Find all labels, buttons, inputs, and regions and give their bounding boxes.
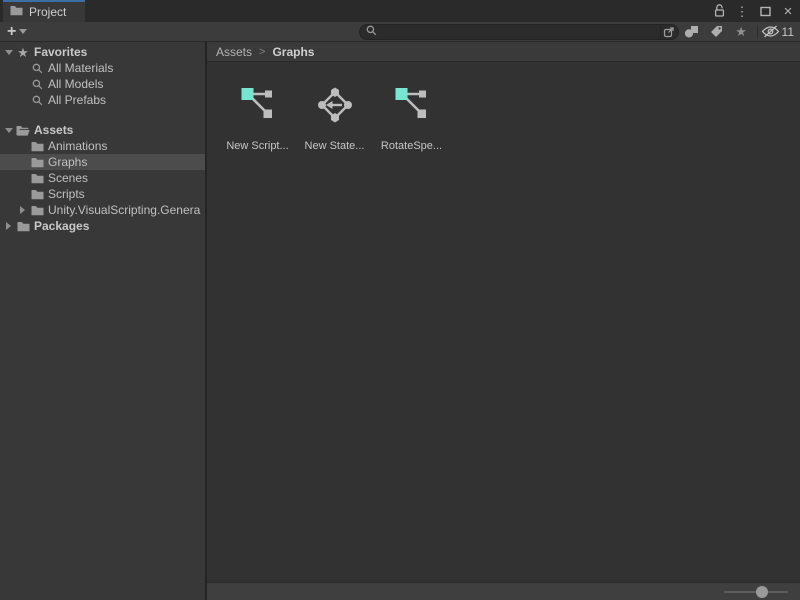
search-by-label-button[interactable] [704, 23, 729, 41]
project-tree-sidebar: ★ Favorites All Materials All Models All… [0, 42, 207, 600]
asset-new-script-graph[interactable]: New Script... [219, 85, 296, 152]
sidebar-item-assets[interactable]: Assets [0, 122, 205, 138]
search-icon [29, 79, 45, 90]
hidden-count: 11 [782, 25, 794, 39]
search-input[interactable] [377, 25, 660, 39]
folder-icon [29, 141, 45, 152]
sidebar-item-all-models[interactable]: All Models [0, 76, 205, 92]
window-controls: ⋮ × [712, 0, 795, 22]
kebab-menu-icon[interactable]: ⋮ [735, 3, 749, 19]
open-search-window-icon[interactable] [660, 24, 678, 40]
toolbar: + ★ 11 [0, 22, 800, 42]
sidebar-item-all-prefabs[interactable]: All Prefabs [0, 92, 205, 108]
folder-icon [29, 189, 45, 200]
asset-grid[interactable]: New Script... New [207, 62, 800, 582]
zoom-slider[interactable] [724, 591, 788, 593]
folder-icon [15, 221, 31, 232]
sidebar-item-all-materials[interactable]: All Materials [0, 60, 205, 76]
foldout-open-icon[interactable] [2, 128, 15, 133]
search-field[interactable] [359, 24, 679, 40]
toolbar-separator [757, 25, 758, 39]
zoom-slider-knob[interactable] [756, 586, 768, 598]
unlock-icon[interactable] [712, 3, 726, 19]
foldout-open-icon[interactable] [2, 50, 15, 55]
maximize-icon[interactable] [758, 3, 772, 19]
script-graph-icon [392, 85, 432, 125]
breadcrumb-separator-icon: > [259, 46, 265, 58]
folder-icon [10, 3, 23, 21]
chevron-down-icon [19, 29, 27, 34]
eye-slash-icon [761, 25, 780, 38]
search-icon [29, 63, 45, 74]
asset-label: New State... [305, 140, 365, 152]
folder-icon [29, 205, 45, 216]
project-window: Project ⋮ × + [0, 0, 800, 600]
hidden-packages-toggle[interactable]: 11 [761, 25, 794, 39]
search-icon [366, 23, 377, 41]
sidebar-item-animations[interactable]: Animations [0, 138, 205, 154]
favorites-search-button[interactable]: ★ [729, 23, 754, 41]
tag-icon [710, 25, 723, 38]
sidebar-item-graphs[interactable]: Graphs [0, 154, 205, 170]
tab-project[interactable]: Project [3, 0, 85, 22]
sidebar-item-unity-visualscripting[interactable]: Unity.VisualScripting.Genera [0, 202, 205, 218]
foldout-closed-icon[interactable] [16, 206, 29, 214]
asset-label: New Script... [226, 140, 288, 152]
type-filter-icon [684, 25, 699, 38]
asset-new-state-graph[interactable]: New State... [296, 85, 373, 152]
close-icon[interactable]: × [781, 3, 795, 19]
breadcrumb-graphs[interactable]: Graphs [272, 45, 314, 59]
create-asset-button[interactable]: + [7, 24, 27, 40]
tab-label: Project [29, 5, 66, 19]
folder-open-icon [15, 125, 31, 136]
breadcrumb: Assets > Graphs [207, 42, 800, 62]
plus-icon: + [7, 24, 16, 40]
star-icon: ★ [15, 46, 31, 59]
asset-rotatespeed-graph[interactable]: RotateSpe... [373, 85, 450, 152]
state-graph-icon [315, 85, 355, 125]
foldout-closed-icon[interactable] [2, 222, 15, 230]
search-by-type-button[interactable] [679, 23, 704, 41]
folder-icon [29, 157, 45, 168]
sidebar-item-scripts[interactable]: Scripts [0, 186, 205, 202]
asset-label: RotateSpe... [381, 140, 442, 152]
statusbar [207, 582, 800, 600]
sidebar-item-packages[interactable]: Packages [0, 218, 205, 234]
script-graph-icon [238, 85, 278, 125]
asset-browser-panel: Assets > Graphs New Script [207, 42, 800, 600]
star-icon: ★ [735, 25, 747, 38]
sidebar-item-favorites[interactable]: ★ Favorites [0, 44, 205, 60]
search-icon [29, 95, 45, 106]
folder-icon [29, 173, 45, 184]
sidebar-item-scenes[interactable]: Scenes [0, 170, 205, 186]
titlebar: Project ⋮ × [0, 0, 800, 22]
breadcrumb-assets[interactable]: Assets [216, 45, 252, 59]
